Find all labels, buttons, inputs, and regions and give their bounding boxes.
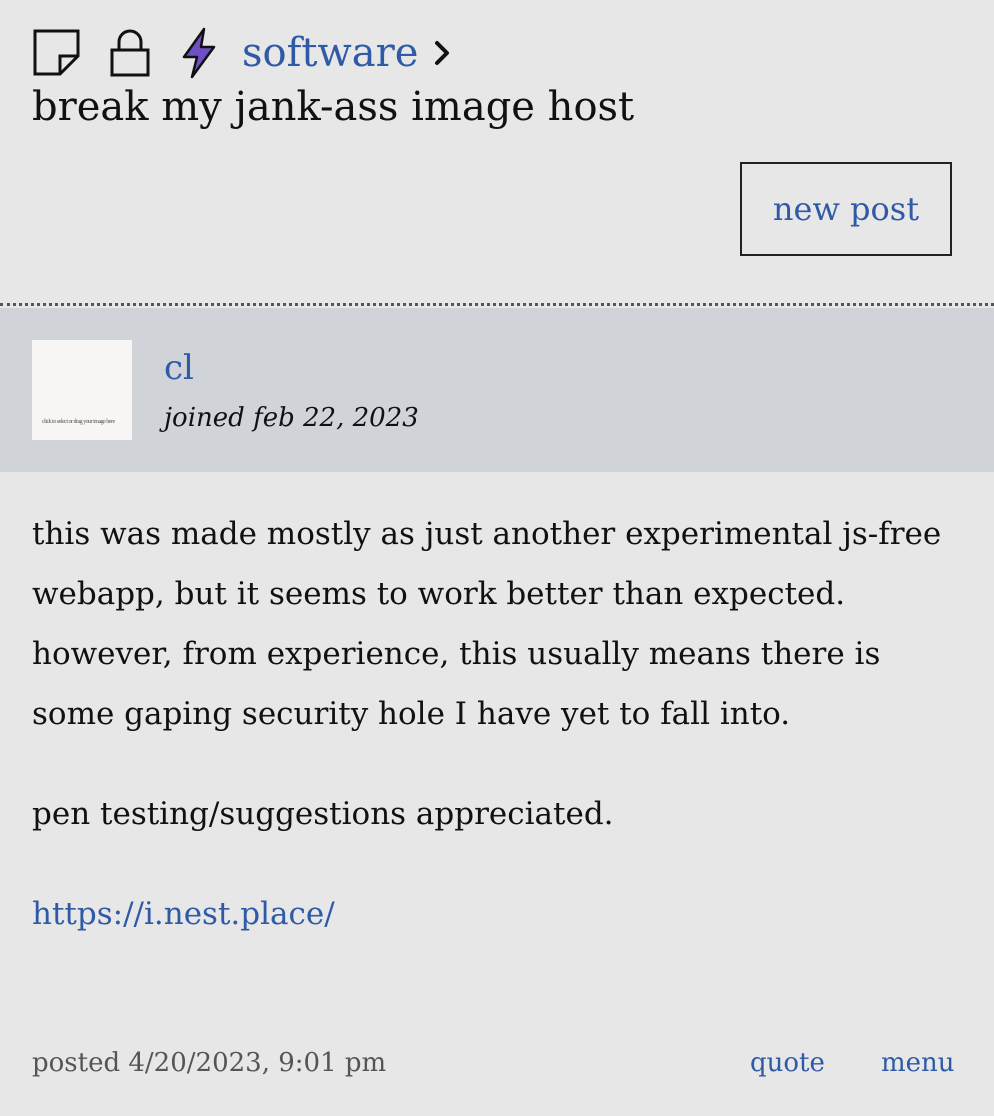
avatar[interactable]: click to select or drag your image here [32, 340, 132, 440]
post-body: this was made mostly as just another exp… [32, 504, 967, 944]
post-paragraph: pen testing/suggestions appreciated. [32, 796, 614, 832]
category-link[interactable]: software [242, 33, 418, 73]
post-footer: posted 4/20/2023, 9:01 pm quote menu [32, 1044, 955, 1082]
post-timestamp: posted 4/20/2023, 9:01 pm [32, 1048, 387, 1078]
sticky-icon [32, 28, 82, 78]
page-title: break my jank-ass image host [32, 84, 635, 130]
lock-icon [110, 28, 150, 78]
post-paragraph: this was made mostly as just another exp… [32, 516, 942, 732]
new-post-button[interactable]: new post [740, 162, 952, 256]
quote-link[interactable]: quote [750, 1044, 825, 1082]
thread-header: software break my jank-ass image host ne… [0, 0, 994, 306]
join-date: joined feb 22, 2023 [164, 403, 419, 433]
post-link[interactable]: https://i.nest.place/ [32, 896, 335, 932]
breadcrumb: software [32, 26, 452, 80]
lightning-icon [178, 27, 218, 79]
divider [0, 303, 994, 306]
author-bar: click to select or drag your image here … [0, 308, 994, 472]
chevron-right-icon [432, 38, 452, 68]
author-name-link[interactable]: cl [164, 348, 194, 388]
menu-link[interactable]: menu [881, 1044, 955, 1082]
avatar-text: click to select or drag your image here [42, 419, 115, 425]
